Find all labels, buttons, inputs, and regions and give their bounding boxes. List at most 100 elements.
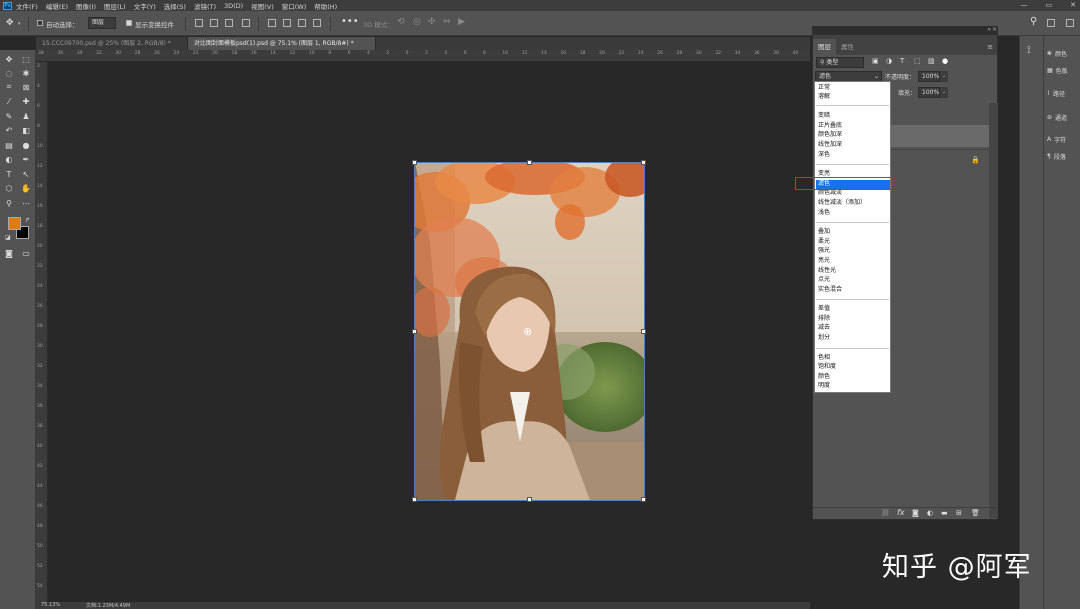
ruler-vertical[interactable]: 2 4 6 8 10 12 14 16 18 20 22 24 26 28 30 32 34 36 38 40 42 44…: [36, 62, 48, 602]
show-transform-checkbox[interactable]: [126, 20, 132, 26]
menu-view[interactable]: 视图(V): [251, 1, 274, 11]
tab-layers[interactable]: 图层: [813, 39, 836, 55]
align-right-icon[interactable]: [225, 19, 233, 27]
blend-option[interactable]: 正常: [818, 84, 830, 92]
adjustment-filter-icon[interactable]: ◑: [886, 57, 892, 65]
distribute-center-icon[interactable]: [283, 19, 291, 27]
blend-option[interactable]: 颜色加深: [818, 131, 842, 139]
align-top-icon[interactable]: [242, 19, 250, 27]
workspace-icon[interactable]: [1047, 19, 1055, 27]
fill-field[interactable]: 100%: [918, 87, 940, 98]
blend-option[interactable]: 差值: [818, 305, 830, 313]
blend-option[interactable]: 线性减淡（添加）: [818, 199, 866, 207]
hand-tool-icon[interactable]: ✋: [20, 182, 32, 194]
menu-type[interactable]: 文字(Y): [134, 1, 156, 11]
search-icon[interactable]: ⚲: [1030, 16, 1037, 27]
blend-option[interactable]: 饱和度: [818, 363, 836, 371]
tab-properties[interactable]: 属性: [836, 39, 859, 55]
maximize-button[interactable]: ▭: [1046, 0, 1053, 11]
stamp-tool-icon[interactable]: ♟: [20, 110, 32, 122]
layer-row-background[interactable]: 🔒: [891, 149, 989, 171]
opacity-chevron-icon[interactable]: ⌄: [940, 71, 948, 82]
delete-layer-icon[interactable]: 🗑: [971, 509, 980, 517]
minimize-button[interactable]: —: [1021, 0, 1028, 11]
opacity-field[interactable]: 100%: [918, 71, 940, 82]
lock-icon[interactable]: 🔒: [971, 156, 980, 164]
auto-select-dropdown[interactable]: 图层: [88, 17, 116, 29]
lasso-tool-icon[interactable]: ◌: [3, 67, 15, 79]
blend-option[interactable]: 浅色: [818, 209, 830, 217]
blend-option[interactable]: 实色混合: [818, 286, 842, 294]
menu-help[interactable]: 帮助(H): [314, 1, 337, 11]
link-layers-icon[interactable]: ⛓: [881, 509, 890, 517]
transform-handle[interactable]: [527, 160, 532, 165]
menu-filter[interactable]: 滤镜(T): [194, 1, 216, 11]
fx-icon[interactable]: fx: [897, 508, 905, 517]
panel-menu-icon[interactable]: ≡: [987, 39, 997, 55]
healing-brush-tool-icon[interactable]: ✚: [20, 95, 32, 107]
menu-file[interactable]: 文件(F): [16, 1, 38, 11]
auto-select-checkbox[interactable]: [37, 20, 43, 26]
default-colors-icon[interactable]: ◪: [5, 234, 11, 241]
blend-option[interactable]: 明度: [818, 382, 830, 390]
more-options-icon[interactable]: •••: [341, 16, 359, 27]
distribute-right-icon[interactable]: [298, 19, 306, 27]
shape-tool-icon[interactable]: ⬡: [3, 182, 15, 194]
share-icon[interactable]: [1066, 19, 1074, 27]
fill-chevron-icon[interactable]: ⌄: [940, 87, 948, 98]
tab-document-1[interactable]: 15.CCC09700.psd @ 25% (图层 2, RGB/8) *: [36, 37, 188, 50]
add-mask-icon[interactable]: ◙: [912, 509, 919, 517]
blend-option[interactable]: 溶解: [818, 93, 830, 101]
foreground-color-swatch[interactable]: [8, 217, 21, 230]
transform-handle[interactable]: [412, 160, 417, 165]
ruler-horizontal[interactable]: 38 36 34 32 30 28 26 24 22 20 18 16 14 12 10 8 6 4 2 0 2 4 6 8 1…: [36, 50, 810, 62]
blend-option[interactable]: 排除: [818, 315, 830, 323]
filter-toggle-icon[interactable]: ●: [942, 57, 948, 65]
eyedropper-tool-icon[interactable]: ⁄: [3, 95, 15, 107]
3d-slide-icon[interactable]: ⇔: [443, 17, 451, 27]
transform-handle[interactable]: [641, 497, 646, 502]
swap-colors-icon[interactable]: ↱: [25, 217, 30, 224]
blend-option[interactable]: 叠加: [818, 228, 830, 236]
align-left-icon[interactable]: [195, 19, 203, 27]
type-tool-icon[interactable]: T: [3, 168, 15, 180]
panel-character[interactable]: A 字符: [1047, 135, 1066, 144]
collapse-icon[interactable]: »: [987, 26, 991, 33]
more-tools-icon[interactable]: ⋯: [20, 197, 32, 209]
brush-tool-icon[interactable]: ✎: [3, 110, 15, 122]
transform-handle[interactable]: [527, 497, 532, 502]
blend-option[interactable]: 深色: [818, 151, 830, 159]
menu-window[interactable]: 窗口(W): [282, 1, 307, 11]
layer-row-selected[interactable]: [891, 125, 989, 147]
blend-option[interactable]: 划分: [818, 334, 830, 342]
menu-layer[interactable]: 图层(L): [104, 1, 126, 11]
3d-scale-icon[interactable]: ▶: [458, 17, 465, 27]
blend-option[interactable]: 色相: [818, 354, 830, 362]
3d-orbit-icon[interactable]: ⟲: [397, 17, 405, 27]
magic-wand-tool-icon[interactable]: ✱: [20, 67, 32, 79]
panel-color[interactable]: ❀ 颜色: [1047, 49, 1067, 58]
panel-header[interactable]: » ×: [813, 26, 997, 35]
shape-filter-icon[interactable]: ⬚: [914, 57, 921, 65]
path-selection-tool-icon[interactable]: ↖: [20, 168, 32, 180]
transform-handle[interactable]: [412, 497, 417, 502]
pixel-filter-icon[interactable]: ▣: [872, 57, 879, 65]
blend-option[interactable]: 正片叠底: [818, 122, 842, 130]
layer-filter-dropdown[interactable]: ⚲ 类型: [816, 57, 864, 68]
blend-option[interactable]: 变暗: [818, 112, 830, 120]
blend-option[interactable]: 亮光: [818, 257, 830, 265]
distribute-top-icon[interactable]: [313, 19, 321, 27]
frame-tool-icon[interactable]: ⊠: [20, 81, 32, 93]
screen-mode-icon[interactable]: ▭: [20, 247, 32, 259]
move-tool-icon[interactable]: ✥: [3, 53, 15, 65]
transform-handle[interactable]: [412, 329, 417, 334]
blur-tool-icon[interactable]: ●: [20, 139, 32, 151]
menu-image[interactable]: 图像(I): [76, 1, 96, 11]
blend-option[interactable]: 减去: [818, 324, 830, 332]
blend-option[interactable]: 线性光: [818, 267, 836, 275]
type-filter-icon[interactable]: T: [900, 57, 904, 65]
gradient-tool-icon[interactable]: ▤: [3, 139, 15, 151]
new-layer-icon[interactable]: ⊞: [956, 509, 962, 517]
history-brush-tool-icon[interactable]: ↶: [3, 124, 15, 136]
panel-channels[interactable]: ⊛ 通道: [1047, 113, 1067, 122]
